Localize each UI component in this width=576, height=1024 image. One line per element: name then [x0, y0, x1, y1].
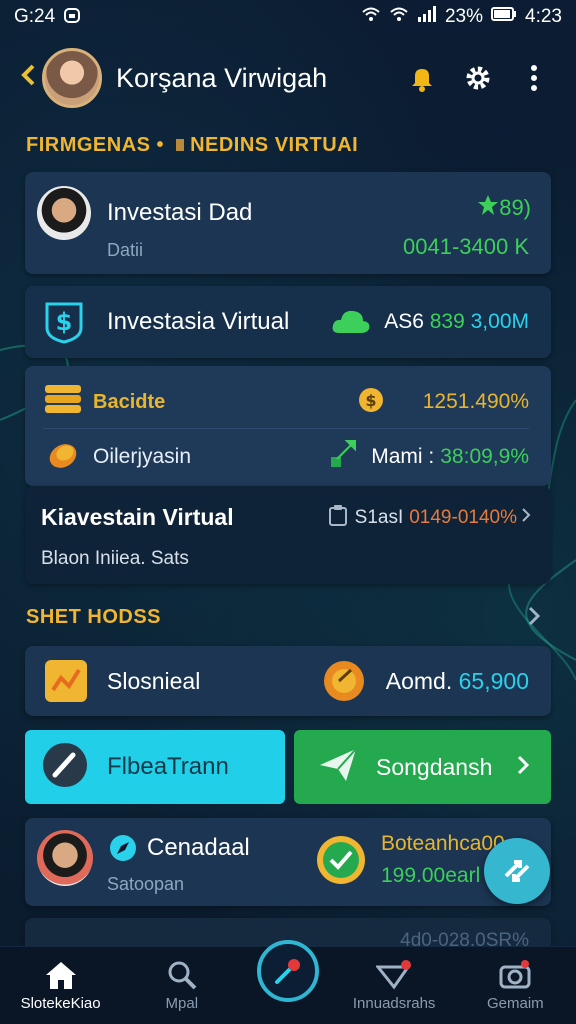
trend-up-icon: [327, 439, 359, 476]
nav-label-search: Mpal: [165, 995, 199, 1012]
stats-row-1-value: 1251.490%: [422, 390, 529, 413]
flbeatrann-button[interactable]: FlbeaTrann: [25, 730, 285, 804]
signal-icon: [417, 6, 437, 28]
kiavestain-meta-value: 0149-0140%: [409, 507, 517, 528]
search-icon: [168, 961, 197, 990]
stats-row-2-value: 38:09,9%: [440, 445, 529, 468]
section-label-right: NEDINS VIRTUAI: [190, 134, 359, 156]
stats-row-1[interactable]: Bacidte $ 1251.490%: [43, 376, 529, 428]
center-map-button[interactable]: [257, 940, 319, 1002]
nav-item-camera[interactable]: Gemaim: [460, 959, 570, 1012]
coin-stack-icon: [43, 381, 83, 424]
bell-icon[interactable]: [400, 56, 444, 100]
cenadaal-title: Cenadaal: [147, 834, 250, 861]
cenadaal-subtitle: Satoopan: [107, 874, 185, 894]
alarm-icon: [63, 6, 81, 29]
wifi-icon: [361, 6, 381, 28]
page-title: Korşana Virwigah: [116, 62, 328, 93]
wifi-alt-icon: [389, 6, 409, 28]
stats-row-2[interactable]: Oilerjyasin Mami : 38:09,9%: [43, 432, 529, 482]
songdansh-button[interactable]: Songdansh: [294, 730, 551, 804]
status-time-right: 4:23: [525, 6, 562, 27]
status-bar: G:24 23% 4:23: [0, 0, 576, 34]
pen-circle-icon: [41, 741, 89, 794]
cenadaal-right-title: Boteanhca00: [381, 832, 505, 855]
square-bullet-icon: [176, 139, 185, 151]
svg-text:$: $: [365, 391, 376, 410]
investasi-value: 0041-3400 K: [403, 234, 529, 259]
stats-row-2-label: Oilerjyasin: [93, 445, 192, 468]
star-badge-icon: [477, 194, 499, 222]
gear-icon[interactable]: [456, 56, 500, 100]
nav-item-send[interactable]: Innuadsrahs: [339, 959, 449, 1012]
investasi-title: Investasi Dad: [107, 199, 253, 226]
stats-divider: [43, 428, 529, 429]
slosnieal-value-wrap: Aomd. 65,900: [386, 668, 529, 695]
virtual-card[interactable]: $ Investasia Virtual AS6 839 3,00M: [25, 286, 551, 358]
compass-icon: [109, 834, 137, 867]
battery-icon: [491, 6, 517, 28]
paper-plane-icon: [318, 747, 358, 788]
dollar-coin-icon: $: [357, 386, 385, 419]
slosnieal-card[interactable]: Slosnieal Aomd. 65,900: [25, 646, 551, 716]
nav-label-home: SlotekeKiao: [20, 995, 101, 1012]
kiavestain-title: Kiavestain Virtual: [41, 504, 234, 530]
investasi-card[interactable]: Investasi Dad Datii 89) 0041-3400 K: [25, 172, 551, 274]
section-chevron-right-icon[interactable]: [528, 606, 541, 631]
section-label-left: FIRMGENAS: [26, 134, 151, 156]
cloud-icon: [331, 306, 371, 336]
app-header: Korşana Virwigah: [0, 42, 576, 114]
pin-icon: [275, 959, 300, 984]
dollar-shield-icon: $: [41, 298, 87, 344]
dot-divider: •: [156, 134, 165, 156]
kiavestain-meta-prefix: S1asI: [354, 507, 404, 528]
virtual-value-green: 839: [429, 310, 465, 333]
songdansh-chevron-icon: [517, 755, 530, 780]
stats-row-1-label: Bacidte: [93, 390, 166, 413]
kiavestain-card[interactable]: Kiavestain Virtual S1asI 0149-0140% Blao…: [25, 486, 551, 584]
investor-avatar: [37, 186, 91, 240]
battery-percent: 23%: [444, 6, 484, 27]
check-badge-icon: [315, 834, 367, 891]
virtual-title: Investasia Virtual: [107, 308, 290, 335]
songdansh-label: Songdansh: [376, 753, 493, 780]
coin-tilt-icon: [43, 436, 83, 479]
cenadaal-card[interactable]: Cenadaal Satoopan Boteanhca00 199.00earl: [25, 818, 551, 906]
floating-action-button[interactable]: [484, 838, 550, 904]
svg-text:$: $: [56, 308, 73, 336]
investasi-subtitle: Datii: [107, 240, 144, 260]
paper-plane-nav-icon: [376, 960, 412, 990]
kiavestain-subtitle: Blaon Iniiea. Sats: [41, 548, 189, 569]
chart-box-icon: [43, 658, 89, 709]
chevron-left-icon[interactable]: [20, 63, 36, 94]
cenadaal-avatar: [37, 830, 93, 886]
chevron-right-icon: [521, 507, 531, 529]
virtual-value-prefix: AS6: [384, 310, 424, 333]
status-time-left: G:24: [14, 6, 56, 27]
flbeatrann-label: FlbeaTrann: [107, 753, 229, 780]
virtual-value: AS6 839 3,00M: [384, 310, 529, 334]
nav-label-camera: Gemaim: [487, 995, 544, 1012]
section-label-firmgenas: FIRMGENAS • NEDINS VIRTUAI: [26, 134, 358, 157]
nav-label-send: Innuadsrahs: [352, 995, 436, 1012]
kebab-menu-icon[interactable]: [512, 56, 556, 100]
target-coin-icon: [321, 658, 367, 709]
slosnieal-value: 65,900: [458, 668, 529, 694]
cenadaal-right-value: 199.00earl: [381, 864, 481, 887]
profile-avatar[interactable]: [42, 48, 102, 108]
virtual-value-blue: 3,00M: [470, 310, 529, 333]
slosnieal-value-prefix: Aomd.: [385, 668, 453, 694]
nav-item-search[interactable]: Mpal: [127, 959, 237, 1012]
camera-icon: [499, 960, 531, 989]
stats-row-2-prefix: Mami :: [371, 445, 435, 468]
nav-item-home[interactable]: SlotekeKiao: [6, 959, 116, 1012]
investasi-badge: 89): [499, 195, 531, 220]
clipboard-icon: [327, 504, 349, 532]
stats-card: Bacidte $ 1251.490% Oilerjyasin Mami : 3…: [25, 366, 551, 486]
section-label-shet-hodss: SHET HODSS: [26, 606, 162, 628]
home-icon: [45, 962, 76, 989]
slosnieal-label: Slosnieal: [107, 668, 201, 694]
swap-icon: [504, 860, 530, 882]
